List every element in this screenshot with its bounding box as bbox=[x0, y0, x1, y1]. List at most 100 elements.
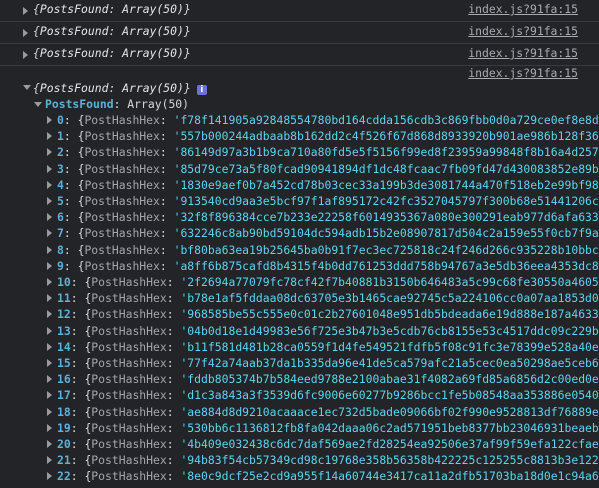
hash-value: '8e0c9dcf25e2cd9a955f14a60744e3417ca11a2… bbox=[180, 469, 599, 484]
expand-triangle-icon[interactable] bbox=[47, 278, 52, 286]
array-item-row[interactable]: 10: {PostHashHex: '2f2694a77079fc78cf42f… bbox=[0, 274, 599, 290]
expand-triangle-icon[interactable] bbox=[47, 407, 52, 416]
expand-triangle-icon[interactable] bbox=[23, 29, 28, 37]
object-key: PostHashHex bbox=[84, 194, 160, 208]
expand-triangle-icon[interactable] bbox=[47, 245, 52, 254]
array-item-row[interactable]: 17: {PostHashHex: 'd1c3a843a3f3539d6fc90… bbox=[0, 387, 599, 403]
object-key: PostHashHex bbox=[91, 339, 167, 354]
array-item-row[interactable]: 14: {PostHashHex: 'b11f581d481b28ca0559f… bbox=[0, 339, 599, 355]
hash-value: 'a8ff6b875cafd8b4315f4b0dd761253ddd758b9… bbox=[173, 258, 599, 273]
expand-triangle-icon[interactable] bbox=[47, 261, 52, 270]
expand-triangle-icon[interactable] bbox=[47, 440, 52, 448]
expand-triangle-icon[interactable] bbox=[47, 294, 52, 303]
array-item-row[interactable]: 7: {PostHashHex: '632246c8ab90bd59104dc5… bbox=[0, 225, 599, 241]
log-entry-expanded[interactable]: {PostsFound: Array(50)} i bbox=[0, 80, 599, 96]
hash-value: '4b409e032438c6dc7daf569ae2fd28254ea9250… bbox=[180, 437, 599, 451]
array-index: 8 bbox=[57, 242, 64, 257]
source-link[interactable]: index.js?91fa:15 bbox=[468, 2, 578, 16]
log-summary[interactable]: {PostsFound: Array(50)} bbox=[33, 2, 191, 16]
hash-value: '94b83f54cb57349cd98c19768e358b56358b422… bbox=[180, 453, 599, 468]
expand-triangle-icon[interactable] bbox=[47, 132, 52, 141]
array-index: 11 bbox=[57, 291, 71, 306]
object-key: PostHashHex bbox=[84, 177, 160, 192]
expand-triangle-icon[interactable] bbox=[47, 310, 52, 319]
array-item-row[interactable]: 20: {PostHashHex: '4b409e032438c6dc7daf5… bbox=[0, 436, 599, 452]
log-entry-collapsed[interactable]: {PostsFound: Array(50)} index.js?91fa:15 bbox=[0, 22, 599, 44]
expand-triangle-icon[interactable] bbox=[23, 51, 28, 59]
hash-value: 'ae884d8d9210acaaace1ec732d5bade09066bf0… bbox=[180, 404, 599, 419]
array-item-row[interactable]: 6: {PostHashHex: '32f8f896384cce7b233e22… bbox=[0, 209, 599, 225]
expand-triangle-icon[interactable] bbox=[47, 472, 52, 481]
object-key: PostHashHex bbox=[91, 372, 167, 387]
array-index: 17 bbox=[57, 388, 71, 403]
array-index: 3 bbox=[57, 161, 64, 176]
array-index: 22 bbox=[57, 469, 71, 484]
log-summary[interactable]: {PostsFound: Array(50)} bbox=[33, 46, 191, 60]
array-item-row[interactable]: 18: {PostHashHex: 'ae884d8d9210acaaace1e… bbox=[0, 404, 599, 420]
array-item-row[interactable]: 13: {PostHashHex: '04b0d18e1d49983e56f72… bbox=[0, 323, 599, 339]
array-item-row[interactable]: 1: {PostHashHex: '557b000244adbaab8b162d… bbox=[0, 128, 599, 144]
array-index: 16 bbox=[57, 372, 71, 387]
object-key: PostHashHex bbox=[84, 258, 160, 273]
array-item-row[interactable]: 8: {PostHashHex: 'bf80ba63ea19b25645ba0b… bbox=[0, 242, 599, 258]
info-icon[interactable]: i bbox=[196, 85, 207, 95]
array-item-row[interactable]: 19: {PostHashHex: '530bb6c1136812fb8fa04… bbox=[0, 420, 599, 436]
source-link[interactable]: index.js?91fa:15 bbox=[468, 24, 578, 38]
hash-value: '86149d97a3b1b9ca710a80fd5e5f5156f99ed8f… bbox=[173, 145, 599, 160]
array-index: 14 bbox=[57, 339, 71, 354]
array-item-row[interactable]: 12: {PostHashHex: '968585be55c555e0c01c2… bbox=[0, 306, 599, 322]
expand-triangle-icon[interactable] bbox=[47, 213, 52, 222]
array-index: 21 bbox=[57, 453, 71, 468]
property-posts-found[interactable]: PostsFound: Array(50) bbox=[0, 96, 599, 112]
array-item-row[interactable]: 4: {PostHashHex: '1830e9aef0b7a452cd78b0… bbox=[0, 177, 599, 193]
hash-value: 'b78e1af5fddaa08dc63705e3b1465cae92745c5… bbox=[180, 291, 599, 306]
source-link[interactable]: index.js?91fa:15 bbox=[468, 46, 578, 60]
array-item-row[interactable]: 11: {PostHashHex: 'b78e1af5fddaa08dc6370… bbox=[0, 290, 599, 306]
object-key: PostHashHex bbox=[91, 469, 167, 484]
array-item-row[interactable]: 5: {PostHashHex: '913540cd9aa3e5bcf97f1a… bbox=[0, 193, 599, 209]
expand-triangle-icon[interactable] bbox=[47, 164, 52, 173]
object-key: PostHashHex bbox=[91, 404, 167, 419]
object-key: PostHashHex bbox=[84, 226, 160, 241]
array-index: 15 bbox=[57, 356, 71, 370]
collapse-triangle-icon[interactable] bbox=[23, 85, 31, 90]
array-item-row[interactable]: 3: {PostHashHex: '85d79ce73a5f80fcad9094… bbox=[0, 161, 599, 177]
expand-triangle-icon[interactable] bbox=[47, 180, 52, 189]
expand-triangle-icon[interactable] bbox=[47, 391, 52, 400]
expand-triangle-icon[interactable] bbox=[47, 229, 52, 238]
array-item-row[interactable]: 16: {PostHashHex: 'fddb805374b7b584eed97… bbox=[0, 371, 599, 387]
expand-triangle-icon[interactable] bbox=[47, 326, 52, 335]
expand-triangle-icon[interactable] bbox=[47, 116, 52, 124]
expand-triangle-icon[interactable] bbox=[47, 342, 52, 351]
array-index: 6 bbox=[57, 210, 64, 225]
collapse-triangle-icon[interactable] bbox=[34, 102, 42, 107]
expand-triangle-icon[interactable] bbox=[47, 456, 52, 465]
object-key: PostHashHex bbox=[84, 210, 160, 225]
hash-value: 'bf80ba63ea19b25645ba0b91f7ec3ec725818c2… bbox=[173, 242, 599, 257]
array-item-row[interactable]: 2: {PostHashHex: '86149d97a3b1b9ca710a80… bbox=[0, 144, 599, 160]
console-panel: {PostsFound: Array(50)} index.js?91fa:15… bbox=[0, 0, 599, 488]
array-item-row[interactable]: 15: {PostHashHex: '77f42a74aab37da1b335d… bbox=[0, 355, 599, 371]
hash-value: '04b0d18e1d49983e56f725e3b47b3e5cdb76cb8… bbox=[180, 323, 599, 338]
array-item-row[interactable]: 22: {PostHashHex: '8e0c9dcf25e2cd9a955f1… bbox=[0, 468, 599, 484]
array-index: 0 bbox=[57, 113, 64, 127]
expand-triangle-icon[interactable] bbox=[47, 423, 52, 432]
log-summary[interactable]: {PostsFound: Array(50)} bbox=[33, 24, 191, 38]
expand-triangle-icon[interactable] bbox=[47, 148, 52, 157]
array-item-row[interactable]: 9: {PostHashHex: 'a8ff6b875cafd8b4315f4b… bbox=[0, 258, 599, 274]
source-link[interactable]: index.js?91fa:15 bbox=[468, 66, 578, 80]
array-item-row[interactable]: 21: {PostHashHex: '94b83f54cb57349cd98c1… bbox=[0, 452, 599, 468]
expand-triangle-icon[interactable] bbox=[47, 197, 52, 205]
log-summary[interactable]: {PostsFound: Array(50)} i bbox=[33, 81, 207, 95]
array-index: 5 bbox=[57, 194, 64, 208]
array-item-row[interactable]: 23: {PostHashHex: '0385470176945993ea025… bbox=[0, 485, 599, 488]
log-entry-collapsed[interactable]: {PostsFound: Array(50)} index.js?91fa:15 bbox=[0, 0, 599, 22]
hash-value: '530bb6c1136812fb8fa042daaa06c2ad571951b… bbox=[180, 420, 599, 435]
expand-triangle-icon[interactable] bbox=[47, 359, 52, 367]
array-index: 9 bbox=[57, 258, 64, 273]
log-entry-collapsed[interactable]: {PostsFound: Array(50)} index.js?91fa:15 bbox=[0, 44, 599, 66]
hash-value: 'b11f581d481b28ca0559f1d4fe549521fdfb5f0… bbox=[180, 339, 599, 354]
expand-triangle-icon[interactable] bbox=[47, 375, 52, 384]
expand-triangle-icon[interactable] bbox=[23, 7, 28, 15]
array-item-row[interactable]: 0: {PostHashHex: 'f78f141905a92848554780… bbox=[0, 112, 599, 128]
